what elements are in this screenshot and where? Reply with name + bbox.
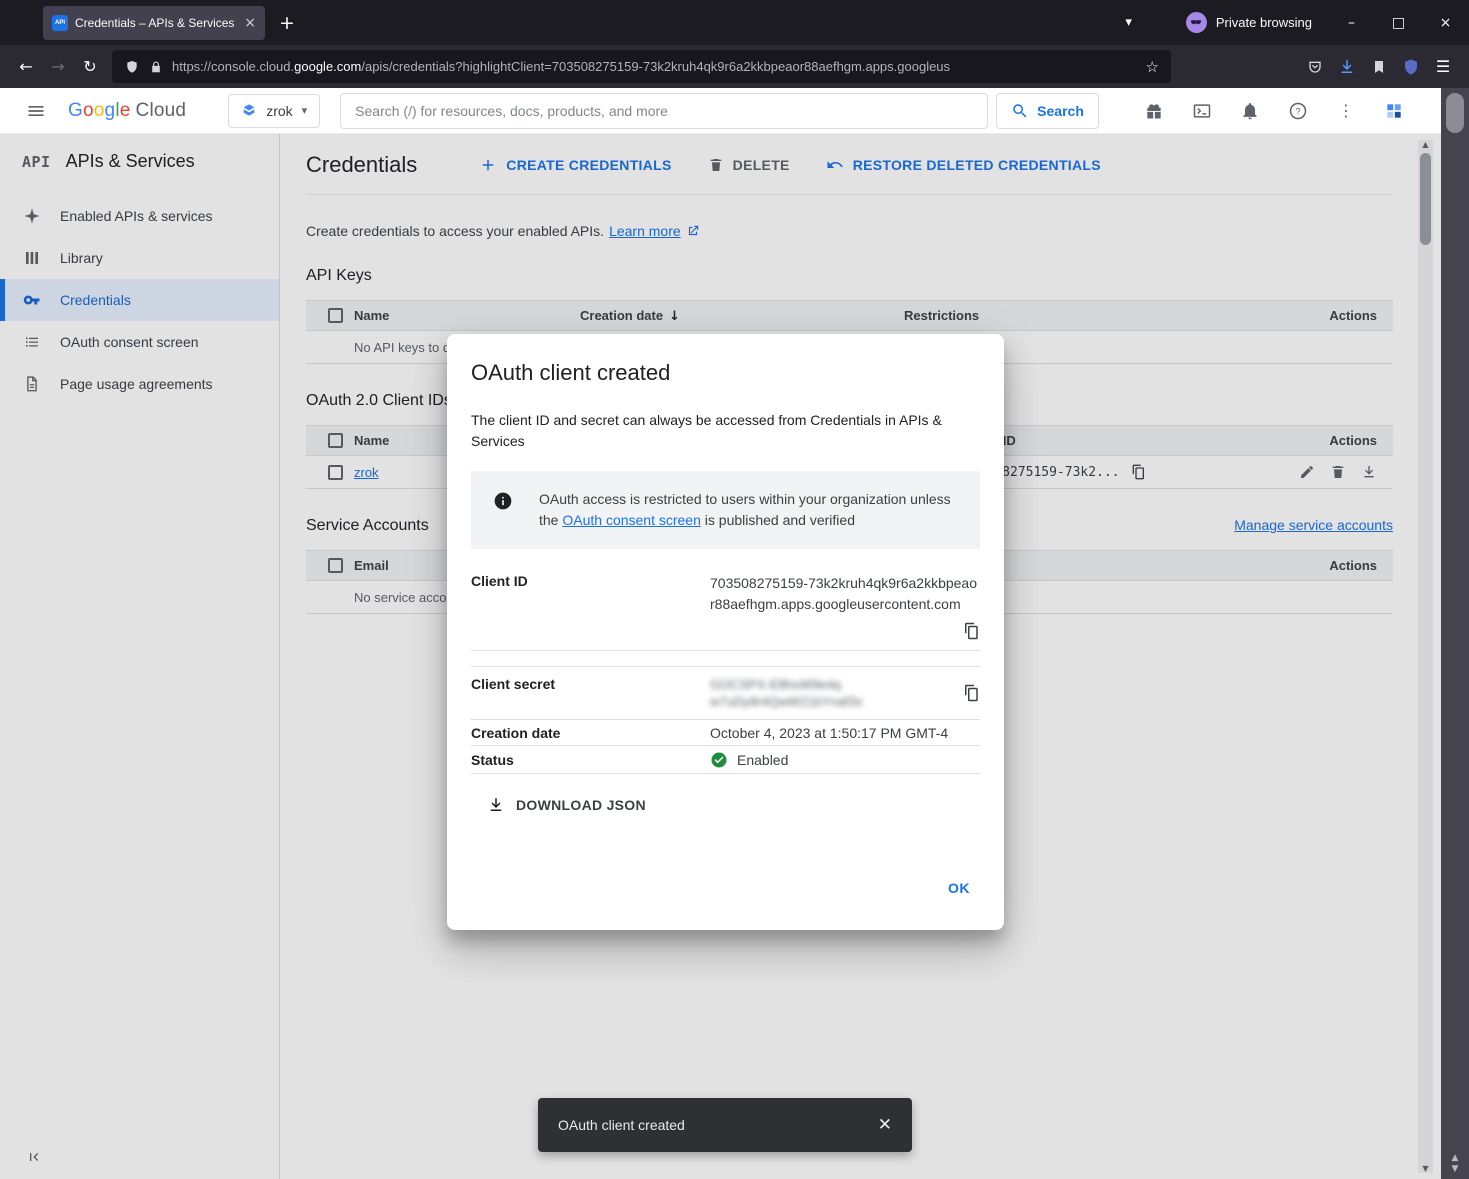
help-icon[interactable]: ? <box>1279 92 1317 130</box>
client-secret-redacted: GOCSPX-E8hxW9e4q w7uDy9r4QwW21bYnaf3x <box>710 676 962 710</box>
tab-title: Credentials – APIs & Services – <box>75 16 237 30</box>
creation-date-value: October 4, 2023 at 1:50:17 PM GMT-4 <box>710 725 980 741</box>
more-vert-icon[interactable]: ⋮ <box>1327 92 1365 130</box>
downloads-icon[interactable] <box>1331 51 1363 83</box>
status-value: Enabled <box>737 752 788 768</box>
restriction-notice: OAuth access is restricted to users with… <box>471 471 980 549</box>
gcloud-nav-menu-icon[interactable] <box>26 101 46 121</box>
tabbar-right-cluster: ▾ Private browsing – □ × <box>1111 0 1469 45</box>
free-trial-gift-icon[interactable] <box>1135 92 1173 130</box>
search-icon <box>1011 102 1029 120</box>
google-cloud-logo[interactable]: Google Cloud <box>68 100 186 122</box>
window-scrollbar[interactable]: ▲▼ <box>1441 88 1469 1179</box>
private-browsing-mask-icon <box>1186 12 1207 33</box>
gcloud-header-icons: ? ⋮ <box>1135 92 1413 130</box>
status-row: Status Enabled <box>471 746 980 774</box>
svg-text:?: ? <box>1295 106 1300 116</box>
oauth-consent-screen-link[interactable]: OAuth consent screen <box>562 512 701 528</box>
url-bar[interactable]: https://console.cloud.google.com/apis/cr… <box>112 50 1171 83</box>
tab-favicon-api-icon: API <box>52 15 68 31</box>
new-tab-button[interactable]: + <box>279 12 295 34</box>
window-minimize-button[interactable]: – <box>1328 0 1375 45</box>
reload-button[interactable]: ↻ <box>74 51 106 83</box>
project-name: zrok <box>266 103 292 119</box>
project-icon <box>241 103 257 119</box>
bookmark-star-icon[interactable]: ☆ <box>1146 58 1159 76</box>
gcloud-header: Google Cloud zrok ▾ Search ? ⋮ <box>0 88 1441 134</box>
client-secret-row: Client secret GOCSPX-E8hxW9e4q w7uDy9r4Q… <box>471 666 980 720</box>
search-input[interactable] <box>340 93 988 129</box>
url-text: https://console.cloud.google.com/apis/cr… <box>172 59 1137 74</box>
lock-icon[interactable] <box>149 60 163 74</box>
creation-date-label: Creation date <box>471 725 710 741</box>
info-icon <box>493 491 513 511</box>
cloud-assistant-icon[interactable] <box>1375 92 1413 130</box>
status-label: Status <box>471 752 710 768</box>
ok-button[interactable]: OK <box>938 870 980 906</box>
client-id-row: Client ID 703508275159-73k2kruh4qk9r6a2k… <box>471 549 980 651</box>
window-close-button[interactable]: × <box>1422 0 1469 45</box>
back-button[interactable]: ← <box>10 51 42 83</box>
library-icon[interactable] <box>1363 51 1395 83</box>
oauth-client-created-dialog: OAuth client created The client ID and s… <box>447 334 1004 930</box>
creation-date-row: Creation date October 4, 2023 at 1:50:17… <box>471 720 980 746</box>
check-circle-icon <box>710 751 728 769</box>
download-icon <box>487 796 505 814</box>
toast-close-icon[interactable]: ✕ <box>878 1115 892 1135</box>
dialog-subtitle: The client ID and secret can always be a… <box>471 410 949 452</box>
window-scrollbar-thumb[interactable] <box>1446 93 1464 133</box>
window-maximize-button[interactable]: □ <box>1375 0 1422 45</box>
browser-tab[interactable]: API Credentials – APIs & Services – × <box>43 6 265 40</box>
project-selector[interactable]: zrok ▾ <box>228 94 320 128</box>
project-caret-down-icon: ▾ <box>302 104 308 117</box>
search-button[interactable]: Search <box>996 93 1099 129</box>
cloud-shell-terminal-icon[interactable] <box>1183 92 1221 130</box>
list-all-tabs-chevron-icon[interactable]: ▾ <box>1111 15 1146 30</box>
dialog-title: OAuth client created <box>471 360 980 386</box>
client-id-value: 703508275159-73k2kruh4qk9r6a2kkbpeaor88a… <box>710 575 977 612</box>
copy-client-secret-icon[interactable] <box>962 684 980 702</box>
ublock-shield-icon[interactable] <box>1395 51 1427 83</box>
client-secret-label: Client secret <box>471 676 710 710</box>
private-browsing-label: Private browsing <box>1216 15 1312 30</box>
copy-client-id-icon[interactable] <box>962 622 980 640</box>
toast-message: OAuth client created <box>558 1117 685 1133</box>
forward-button[interactable]: → <box>42 51 74 83</box>
tracking-protection-shield-icon[interactable] <box>124 59 140 75</box>
menu-hamburger-icon[interactable]: ☰ <box>1427 51 1459 83</box>
window-scroll-arrows[interactable]: ▲▼ <box>1452 1153 1459 1179</box>
toast-snackbar: OAuth client created ✕ <box>538 1098 912 1152</box>
notifications-bell-icon[interactable] <box>1231 92 1269 130</box>
client-id-label: Client ID <box>471 573 710 640</box>
pocket-icon[interactable] <box>1299 51 1331 83</box>
download-json-button[interactable]: DOWNLOAD JSON <box>471 796 980 814</box>
browser-tab-bar: API Credentials – APIs & Services – × + … <box>0 0 1469 45</box>
browser-nav-bar: ← → ↻ https://console.cloud.google.com/a… <box>0 45 1469 88</box>
private-browsing-badge: Private browsing <box>1186 12 1312 33</box>
tab-close-icon[interactable]: × <box>244 15 256 31</box>
